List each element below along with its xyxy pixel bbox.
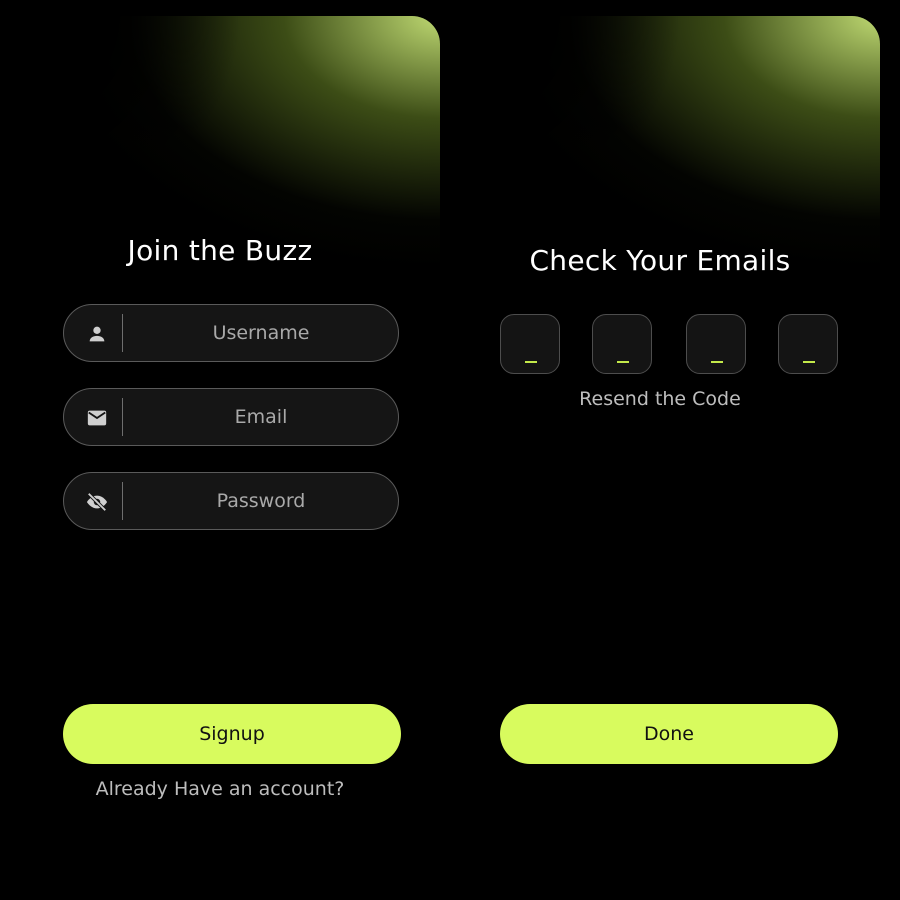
code-input-3[interactable] bbox=[686, 314, 746, 374]
username-field[interactable]: Username bbox=[63, 304, 399, 362]
mail-icon bbox=[86, 407, 108, 429]
code-input-4[interactable] bbox=[778, 314, 838, 374]
code-cursor bbox=[617, 361, 629, 363]
code-cursor bbox=[525, 361, 537, 363]
login-link[interactable]: Already Have an account? bbox=[0, 778, 440, 800]
signup-button[interactable]: Signup bbox=[63, 704, 401, 764]
eye-off-icon[interactable] bbox=[86, 491, 108, 513]
code-input-2[interactable] bbox=[592, 314, 652, 374]
code-cursor bbox=[803, 361, 815, 363]
email-placeholder: Email bbox=[234, 406, 288, 428]
resend-code-link[interactable]: Resend the Code bbox=[440, 388, 880, 410]
verify-title: Check Your Emails bbox=[529, 244, 791, 277]
password-field[interactable]: Password bbox=[63, 472, 399, 530]
code-cursor bbox=[711, 361, 723, 363]
user-icon bbox=[86, 323, 108, 345]
password-placeholder: Password bbox=[216, 490, 306, 512]
code-input-1[interactable] bbox=[500, 314, 560, 374]
email-field[interactable]: Email bbox=[63, 388, 399, 446]
verify-screen: Check Your Emails Resend the Code Done bbox=[440, 16, 880, 900]
signup-screen: Join the Buzz Username Email Password Si… bbox=[0, 16, 440, 900]
done-button[interactable]: Done bbox=[500, 704, 838, 764]
username-placeholder: Username bbox=[212, 322, 310, 344]
signup-title: Join the Buzz bbox=[127, 234, 313, 267]
